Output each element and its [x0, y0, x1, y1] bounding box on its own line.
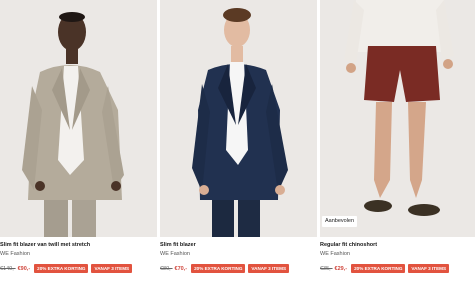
product-card[interactable]: Slim fit blazer WE Fashion €80,- €70,- 2…	[160, 0, 317, 281]
original-price: €35,-	[320, 265, 333, 272]
product-card[interactable]: Slim fit blazer van twill met stretch WE…	[0, 0, 157, 281]
extra-discount-badge: 20% EXTRA KORTING	[34, 264, 89, 273]
model-navy-blazer-illustration	[192, 8, 288, 237]
product-brand: WE Fashion	[160, 251, 190, 257]
product-image[interactable]	[160, 0, 317, 237]
product-brand: WE Fashion	[320, 251, 350, 257]
product-grid: Slim fit blazer van twill met stretch WE…	[0, 0, 475, 281]
price-row: €80,- €70,- 20% EXTRA KORTING VANAF 3 IT…	[160, 264, 292, 273]
model-grey-blazer-illustration	[22, 12, 124, 237]
price-row: €35,- €29,- 20% EXTRA KORTING VANAF 3 IT…	[320, 264, 452, 273]
original-price: €80,-	[160, 265, 173, 272]
product-title[interactable]: Regular fit chinoshort	[320, 241, 475, 249]
min-items-badge: VANAF 3 ITEMS	[248, 264, 290, 273]
product-brand: WE Fashion	[0, 251, 30, 257]
min-items-badge: VANAF 3 ITEMS	[91, 264, 133, 273]
model-chino-short-illustration	[344, 0, 454, 216]
sale-price: €70,-	[174, 265, 188, 272]
original-price: €140,-	[0, 265, 16, 272]
sale-price: €29,-	[334, 265, 348, 272]
product-image[interactable]	[0, 0, 157, 237]
price-row: €140,- €90,- 20% EXTRA KORTING VANAF 3 I…	[0, 264, 135, 273]
product-card[interactable]: Aanbevolen Regular fit chinoshort WE Fas…	[320, 0, 475, 281]
product-image[interactable]: Aanbevolen	[320, 0, 475, 237]
product-title[interactable]: Slim fit blazer	[160, 241, 317, 249]
product-title[interactable]: Slim fit blazer van twill met stretch	[0, 241, 157, 249]
min-items-badge: VANAF 3 ITEMS	[408, 264, 450, 273]
sale-price: €90,-	[17, 265, 31, 272]
extra-discount-badge: 20% EXTRA KORTING	[191, 264, 246, 273]
recommended-badge: Aanbevolen	[322, 216, 358, 227]
extra-discount-badge: 20% EXTRA KORTING	[351, 264, 406, 273]
